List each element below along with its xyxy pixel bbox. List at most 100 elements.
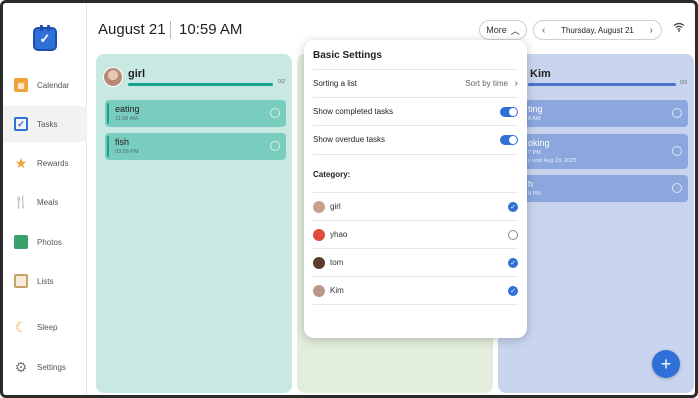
progress-fill bbox=[128, 83, 273, 86]
category-name: girl bbox=[330, 202, 341, 211]
task-time: 7 PM bbox=[528, 150, 541, 156]
previous-day-icon[interactable]: ‹ bbox=[542, 25, 545, 36]
sidebar-item-photos[interactable]: Photos bbox=[3, 224, 87, 260]
task-checkbox[interactable] bbox=[672, 183, 682, 193]
task-card[interactable]: ting 8 AM bbox=[508, 100, 688, 127]
avatar bbox=[313, 256, 325, 269]
sidebar-item-tasks[interactable]: ✓ Tasks bbox=[3, 106, 87, 142]
calendar-icon: ▦ bbox=[14, 78, 28, 92]
tasks-icon: ✓ bbox=[14, 117, 28, 131]
sorting-label: Sorting a list bbox=[313, 79, 358, 88]
wifi-icon bbox=[673, 21, 685, 35]
category-item-kim[interactable]: Kim ✓ bbox=[313, 276, 518, 304]
task-name: h bbox=[528, 179, 534, 189]
task-time: 11:58 AM bbox=[115, 116, 138, 122]
photo-icon bbox=[14, 235, 28, 249]
gear-icon: ⚙ bbox=[14, 358, 28, 375]
current-date-label[interactable]: Thursday, August 21 bbox=[561, 26, 634, 35]
sidebar-item-rewards[interactable]: ★ Rewards bbox=[3, 145, 87, 181]
divider bbox=[313, 154, 518, 155]
sidebar-item-lists[interactable]: Lists bbox=[3, 263, 87, 299]
star-icon: ★ bbox=[14, 154, 28, 171]
sidebar-item-label: Tasks bbox=[37, 119, 58, 129]
member-column-kim: Kim 0/3 ting 8 AM oking 7 PM y until Aug… bbox=[498, 54, 694, 393]
sidebar: ✓ ▦ Calendar ✓ Tasks ★ Rewards 🍴 Meals P… bbox=[3, 3, 87, 395]
add-task-button[interactable]: + bbox=[652, 350, 680, 378]
app-frame: ✓ ▦ Calendar ✓ Tasks ★ Rewards 🍴 Meals P… bbox=[0, 0, 698, 398]
app-logo-icon: ✓ bbox=[33, 25, 57, 51]
sidebar-item-label: Sleep bbox=[37, 322, 58, 332]
header-time: 10:59 AM bbox=[179, 21, 243, 38]
task-name: ting bbox=[528, 104, 543, 114]
show-overdue-row: Show overdue tasks bbox=[313, 125, 518, 153]
member-name: girl bbox=[128, 68, 146, 80]
task-card[interactable]: fish 03:58 PM bbox=[105, 133, 286, 160]
show-completed-row: Show completed tasks bbox=[313, 97, 518, 125]
checkmark-icon[interactable]: ✓ bbox=[508, 201, 518, 212]
task-card[interactable]: h 8 PM bbox=[508, 175, 688, 202]
sidebar-item-settings[interactable]: ⚙ Settings bbox=[3, 349, 87, 385]
show-completed-label: Show completed tasks bbox=[313, 107, 394, 116]
next-day-icon[interactable]: › bbox=[650, 25, 653, 36]
category-name: tom bbox=[330, 258, 344, 267]
task-checkbox[interactable] bbox=[672, 146, 682, 156]
progress-count: 0/3 bbox=[680, 80, 687, 86]
sidebar-item-meals[interactable]: 🍴 Meals bbox=[3, 184, 87, 220]
avatar bbox=[313, 228, 325, 241]
category-item-girl[interactable]: girl ✓ bbox=[313, 192, 518, 220]
task-name: oking bbox=[528, 138, 550, 148]
sidebar-item-calendar[interactable]: ▦ Calendar bbox=[3, 67, 87, 103]
task-checkbox[interactable] bbox=[270, 141, 280, 151]
task-card[interactable]: eating 11:58 AM bbox=[105, 100, 286, 127]
header-divider bbox=[170, 21, 171, 39]
sidebar-item-label: Lists bbox=[37, 276, 54, 286]
avatar bbox=[313, 284, 325, 297]
sidebar-item-label: Calendar bbox=[37, 80, 70, 90]
empty-circle-icon[interactable] bbox=[508, 229, 518, 240]
task-time: 8 AM bbox=[528, 116, 541, 122]
show-overdue-toggle[interactable] bbox=[500, 134, 518, 145]
sorting-value: Sort by time bbox=[465, 79, 508, 88]
task-card[interactable]: oking 7 PM y until Aug 23, 2025 bbox=[508, 134, 688, 169]
member-name: Kim bbox=[530, 68, 551, 80]
chevron-up-icon: ︿ bbox=[510, 25, 520, 36]
column-header: girl 0/2 bbox=[103, 66, 285, 88]
more-button[interactable]: More ︿ bbox=[479, 20, 527, 40]
basic-settings-panel: Basic Settings Sorting a list Sort by ti… bbox=[304, 40, 527, 338]
checkmark-icon[interactable]: ✓ bbox=[508, 257, 518, 268]
sorting-row[interactable]: Sorting a list Sort by time › bbox=[313, 69, 518, 97]
list-icon bbox=[14, 274, 28, 288]
member-column-girl: girl 0/2 eating 11:58 AM fish 03:58 PM bbox=[96, 54, 292, 393]
task-name: eating bbox=[115, 104, 140, 114]
task-checkbox[interactable] bbox=[672, 108, 682, 118]
more-button-label: More bbox=[486, 25, 507, 35]
progress-bar bbox=[128, 83, 273, 86]
panel-title: Basic Settings bbox=[313, 50, 382, 61]
progress-count: 0/2 bbox=[278, 79, 285, 85]
sidebar-item-label: Photos bbox=[37, 237, 62, 247]
show-overdue-label: Show overdue tasks bbox=[313, 135, 386, 144]
avatar bbox=[313, 200, 325, 213]
progress-bar bbox=[528, 83, 676, 86]
sidebar-item-sleep[interactable]: ☾ Sleep bbox=[3, 309, 87, 345]
utensils-icon: 🍴 bbox=[13, 195, 29, 209]
show-completed-toggle[interactable] bbox=[500, 106, 518, 117]
avatar bbox=[103, 67, 123, 87]
category-item-yhao[interactable]: yhao bbox=[313, 220, 518, 248]
category-name: Kim bbox=[330, 286, 344, 295]
task-time: 8 PM bbox=[528, 191, 541, 197]
sidebar-item-label: Settings bbox=[37, 362, 66, 372]
category-item-tom[interactable]: tom ✓ bbox=[313, 248, 518, 276]
checkmark-icon[interactable]: ✓ bbox=[508, 285, 518, 296]
sidebar-item-label: Rewards bbox=[37, 158, 69, 168]
task-name: fish bbox=[115, 137, 130, 147]
task-repeat-note: y until Aug 23, 2025 bbox=[528, 158, 577, 164]
date-navigator: ‹ Thursday, August 21 › bbox=[533, 20, 662, 40]
header-date: August 21 bbox=[98, 21, 166, 38]
task-color-bar bbox=[107, 103, 109, 124]
chevron-right-icon: › bbox=[514, 78, 518, 89]
task-checkbox[interactable] bbox=[270, 108, 280, 118]
category-name: yhao bbox=[330, 230, 348, 239]
task-time: 03:58 PM bbox=[115, 149, 139, 155]
moon-icon: ☾ bbox=[14, 318, 28, 335]
